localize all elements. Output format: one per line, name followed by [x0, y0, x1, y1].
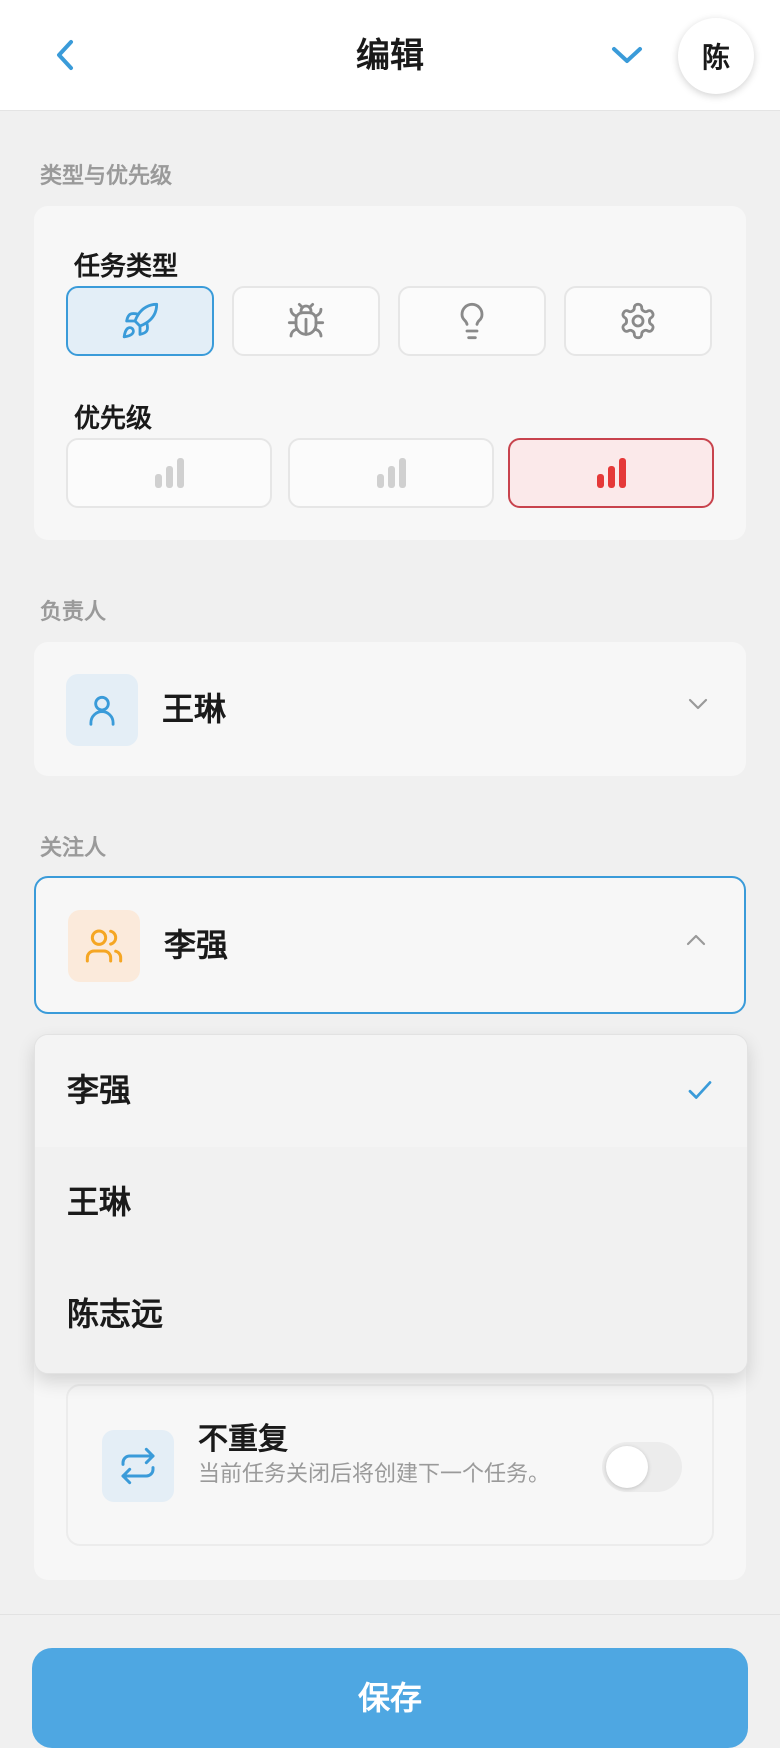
- dropdown-option-chenzhiyuan[interactable]: 陈志远: [35, 1259, 747, 1371]
- task-type-feature-button[interactable]: [66, 286, 214, 356]
- repeat-icon-box: [102, 1430, 174, 1502]
- task-type-idea-button[interactable]: [398, 286, 546, 356]
- task-type-bug-button[interactable]: [232, 286, 380, 356]
- task-type-settings-button[interactable]: [564, 286, 712, 356]
- repeat-title: 不重复: [198, 1422, 288, 1457]
- section-label-assignee: 负责人: [40, 600, 107, 625]
- priority-bars-icon: [596, 458, 626, 488]
- priority-high-button[interactable]: [508, 438, 714, 508]
- repeat-toggle[interactable]: [602, 1442, 682, 1492]
- lightbulb-icon: [460, 302, 484, 340]
- assignee-icon-box: [66, 674, 138, 746]
- repeat-description: 当前任务关闭后将创建下一个任务。: [198, 1462, 551, 1487]
- rocket-icon: [122, 302, 159, 339]
- assignee-select[interactable]: 王琳: [34, 642, 746, 776]
- task-type-label: 任务类型: [74, 252, 179, 282]
- watcher-value: 李强: [164, 926, 229, 964]
- priority-label: 优先级: [74, 404, 153, 434]
- collapse-button[interactable]: [602, 30, 652, 80]
- repeat-icon: [121, 1447, 155, 1485]
- priority-medium-button[interactable]: [288, 438, 494, 508]
- chevron-down-icon: [688, 698, 708, 710]
- section-label-watcher: 关注人: [40, 836, 107, 861]
- watcher-select[interactable]: 李强: [34, 876, 746, 1014]
- option-label: 陈志远: [67, 1295, 164, 1333]
- user-icon: [89, 695, 115, 726]
- watcher-icon-box: [68, 910, 140, 982]
- section-label-type-priority: 类型与优先级: [40, 164, 173, 189]
- footer-divider: [0, 1614, 780, 1615]
- option-label: 李强: [67, 1071, 132, 1109]
- priority-low-button[interactable]: [66, 438, 272, 508]
- check-icon: [688, 1081, 712, 1099]
- repeat-card: 不重复 当前任务关闭后将创建下一个任务。: [66, 1384, 714, 1546]
- users-icon: [85, 929, 123, 963]
- top-bar: 编辑 陈: [0, 0, 780, 111]
- assignee-value: 王琳: [162, 690, 227, 728]
- user-avatar[interactable]: 陈: [678, 18, 754, 94]
- bug-icon: [287, 302, 325, 338]
- option-label: 王琳: [67, 1183, 132, 1221]
- priority-bars-icon: [376, 458, 406, 488]
- priority-bars-icon: [154, 458, 184, 488]
- chevron-up-icon: [686, 934, 706, 946]
- dropdown-option-wanglin[interactable]: 王琳: [35, 1147, 747, 1259]
- save-button[interactable]: 保存: [32, 1648, 748, 1748]
- watcher-dropdown-menu: 李强 王琳 陈志远: [34, 1034, 748, 1374]
- page-title: 编辑: [356, 36, 424, 76]
- chevron-down-icon: [612, 47, 642, 63]
- gear-icon: [621, 302, 655, 340]
- toggle-knob: [606, 1446, 648, 1488]
- dropdown-option-liqiang[interactable]: 李强: [35, 1035, 747, 1147]
